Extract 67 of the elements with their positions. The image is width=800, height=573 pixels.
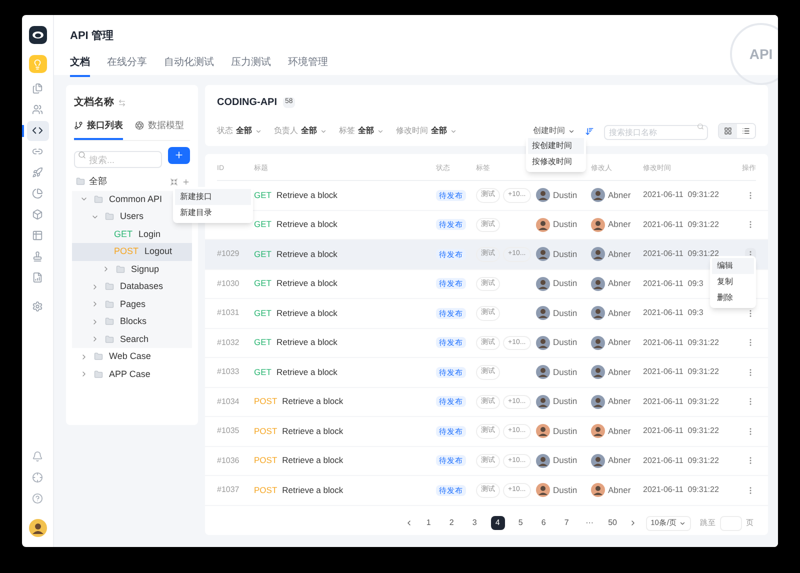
person-name: Abner — [608, 277, 631, 290]
person-name: Dustin — [553, 454, 578, 468]
person-name: Dustin — [553, 188, 578, 202]
person-name: Dustin — [553, 277, 578, 290]
method-label: GET — [254, 248, 272, 261]
time-cell: 2021-06-11 09:31:22 — [643, 248, 719, 260]
id-cell-text: #1029 — [217, 248, 240, 260]
method-label: GET — [254, 366, 272, 379]
person-name: Abner — [608, 484, 631, 497]
collection-title: CODING-API — [217, 96, 277, 110]
id-cell-text: #1034 — [217, 396, 240, 408]
person-name: Dustin — [553, 484, 578, 497]
title-cell: Retrieve a block — [282, 395, 344, 408]
time-cell: 2021-06-11 09:3 — [643, 278, 704, 290]
time-cell: 2021-06-11 09:31:22 — [643, 454, 719, 467]
person-name: Dustin — [553, 366, 578, 379]
person-name: Dustin — [553, 336, 578, 350]
id-cell-text: #1036 — [217, 454, 240, 467]
method-label: GET — [254, 218, 272, 232]
id-cell-text: #1037 — [217, 484, 240, 496]
person-name: Abner — [608, 366, 631, 379]
panel-title: 文档名称 — [74, 96, 114, 110]
title-cell: Retrieve a block — [276, 218, 338, 232]
time-cell: 2021-06-11 09:31:22 — [643, 396, 719, 408]
id-cell-text: #1031 — [217, 307, 240, 320]
id-cell-text: #1030 — [217, 278, 240, 290]
title-cell: Retrieve a block — [276, 188, 338, 202]
time-cell: 2021-06-11 09:31:22 — [643, 484, 719, 496]
method-label: GET — [254, 188, 272, 202]
time-cell: 2021-06-11 09:31:22 — [643, 366, 719, 378]
person-name: Abner — [608, 336, 631, 350]
title-cell: Retrieve a block — [276, 336, 338, 350]
time-cell: 2021-06-11 09:31:22 — [643, 218, 719, 231]
title-cell: Retrieve a block — [276, 366, 338, 379]
method-label: GET — [254, 336, 272, 350]
person-name: Dustin — [553, 306, 578, 320]
title-cell: Retrieve a block — [282, 424, 344, 438]
method-label: POST — [254, 395, 278, 408]
id-cell-text: #1033 — [217, 366, 240, 378]
time-cell: 2021-06-11 09:31:22 — [643, 189, 719, 202]
method-label: POST — [254, 454, 278, 468]
title-cell: Retrieve a block — [276, 306, 338, 320]
person-name: Abner — [608, 395, 631, 408]
id-cell-text: #1032 — [217, 336, 240, 349]
method-label: POST — [254, 484, 278, 497]
page-title: API 管理 — [70, 29, 114, 44]
person-name: Abner — [608, 188, 631, 202]
title-cell: Retrieve a block — [276, 248, 338, 261]
method-label: POST — [254, 424, 278, 438]
person-name: Dustin — [553, 248, 578, 261]
person-name: Abner — [608, 306, 631, 320]
title-cell: Retrieve a block — [282, 484, 344, 497]
person-name: Abner — [608, 248, 631, 261]
person-name: Abner — [608, 424, 631, 438]
person-name: Dustin — [553, 424, 578, 438]
person-name: Abner — [608, 454, 631, 468]
title-cell: Retrieve a block — [276, 277, 338, 290]
person-name: Dustin — [553, 218, 578, 232]
id-cell-text: #1035 — [217, 425, 240, 438]
title-cell: Retrieve a block — [282, 454, 344, 468]
person-name: Dustin — [553, 395, 578, 408]
method-label: GET — [254, 277, 272, 290]
time-cell: 2021-06-11 09:3 — [643, 307, 704, 320]
time-cell: 2021-06-11 09:31:22 — [643, 425, 719, 438]
method-label: GET — [254, 306, 272, 320]
person-name: Abner — [608, 218, 631, 232]
time-cell: 2021-06-11 09:31:22 — [643, 336, 719, 349]
